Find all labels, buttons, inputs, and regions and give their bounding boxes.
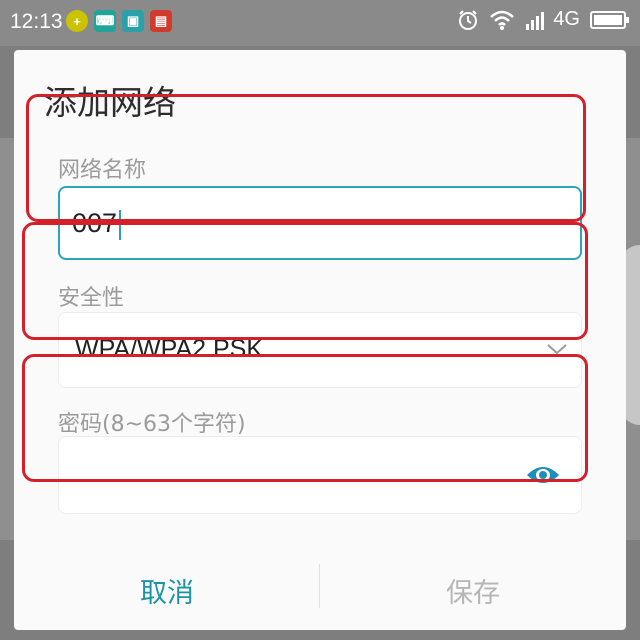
wifi-icon [490,10,515,30]
alarm-icon [459,9,478,30]
network-type: 4G [553,8,580,30]
highlight-box-ssid [26,94,586,222]
save-button[interactable]: 保存 [320,550,626,630]
highlight-box-password [22,354,588,482]
status-time: 12:13 [10,10,63,33]
keyboard-icon: ⌨ [94,10,116,32]
battery-icon [590,10,629,29]
scan-icon: ▣ [122,10,144,32]
cancel-button[interactable]: 取消 [14,550,320,630]
highlight-box-security [22,222,588,340]
dialog-actions: 取消 保存 [14,550,626,630]
signal-icon [526,11,545,30]
system-icons: 4G [457,8,630,31]
red-app-icon: ▤ [150,10,172,32]
plus-icon: + [66,10,88,32]
status-bar: 12:13 + ⌨ ▣ ▤ 4G [0,0,640,46]
notification-icons: + ⌨ ▣ ▤ [66,10,172,32]
